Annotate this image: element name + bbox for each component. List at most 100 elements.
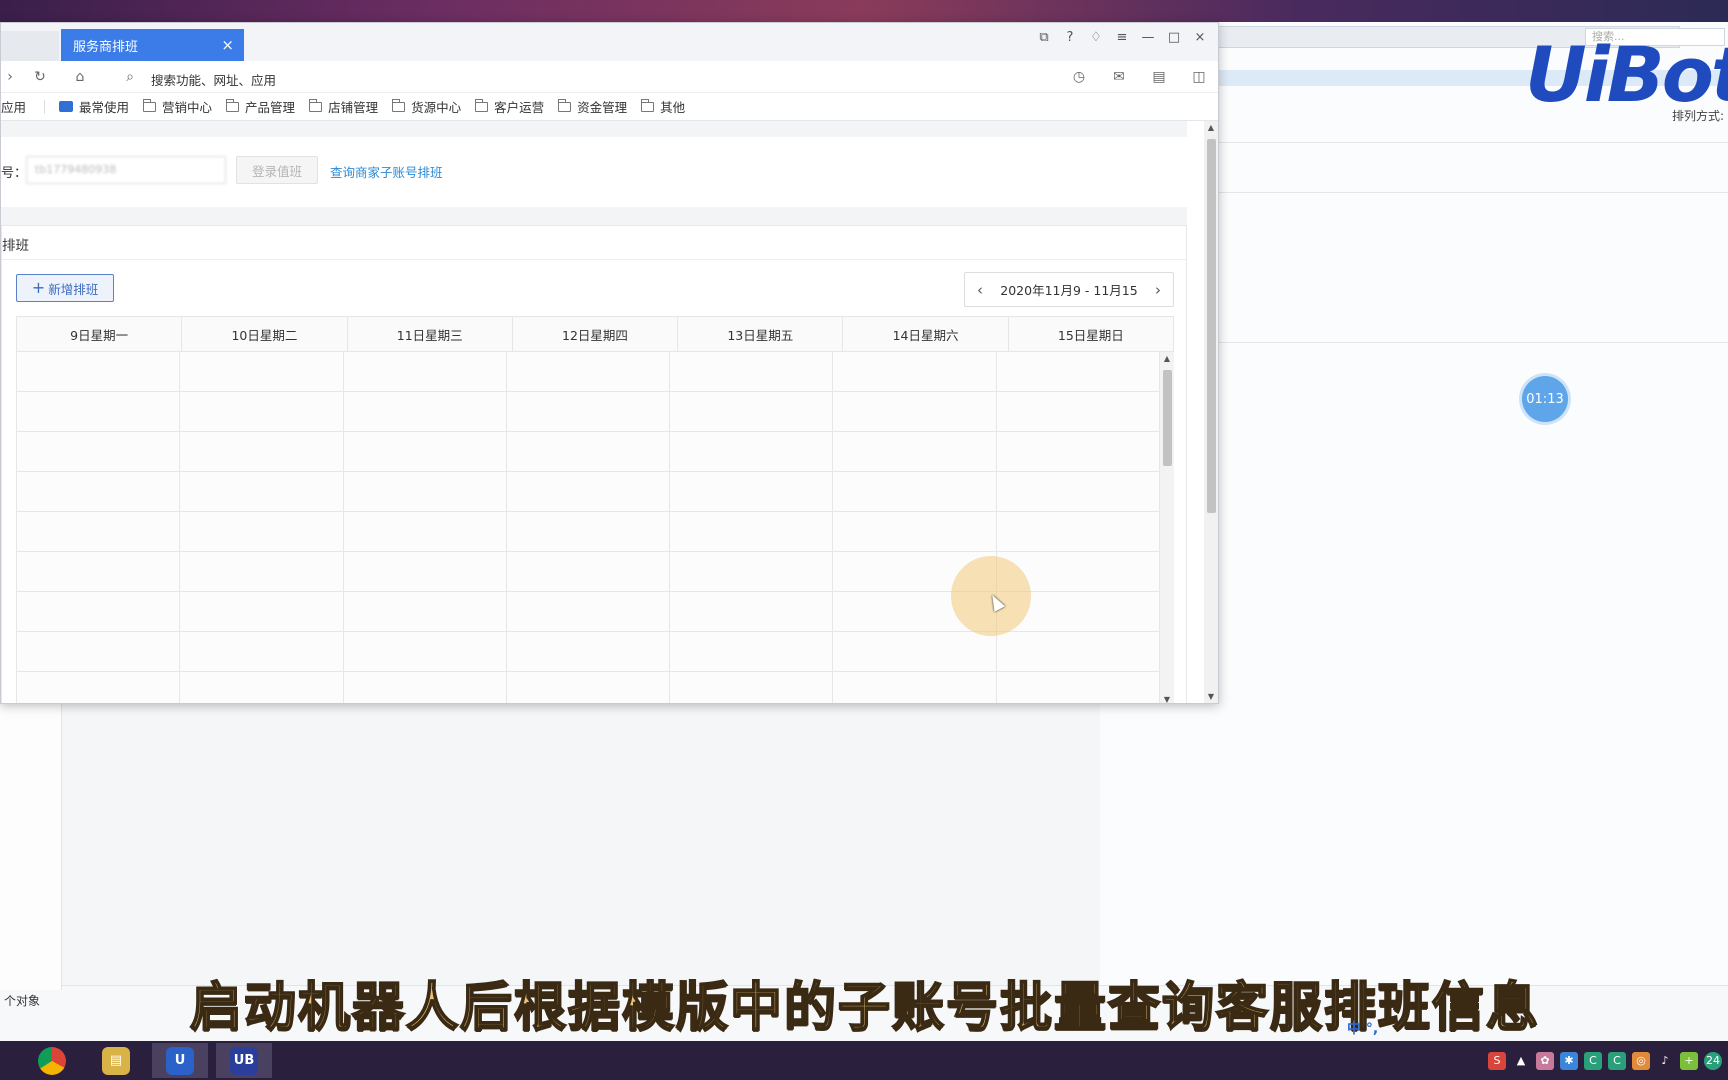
calendar-slot[interactable] [344,632,507,671]
calendar-slot[interactable] [344,392,507,431]
calendar-slot[interactable] [507,632,671,671]
calendar-slot[interactable] [180,512,344,551]
bookmark-folder-products[interactable]: 产品管理 [226,97,295,116]
calendar-slot[interactable] [507,392,671,431]
bag-icon[interactable]: ◫ [1189,67,1209,87]
scrollbar-thumb[interactable] [1163,370,1172,466]
calendar-slot[interactable] [997,632,1160,671]
calendar-slot[interactable] [180,472,344,511]
calendar-slot[interactable] [180,672,344,703]
close-icon[interactable]: × [221,36,234,54]
calendar-slot[interactable] [507,672,671,703]
calendar-slot[interactable] [17,552,181,591]
calendar-slot[interactable] [344,512,507,551]
bookmark-folder-marketing[interactable]: 营销中心 [143,97,212,116]
calendar-slot[interactable] [344,432,507,471]
maximize-button[interactable]: □ [1164,27,1184,47]
calendar-slot[interactable] [344,472,507,511]
login-duty-button[interactable]: 登录值班 [236,156,318,184]
calendar-slot[interactable] [833,632,997,671]
tray-sync-icon[interactable]: C [1584,1051,1602,1070]
scroll-up-icon[interactable]: ▲ [1204,123,1218,132]
clock-icon[interactable]: ◷ [1069,67,1089,87]
calendar-slot[interactable] [507,512,671,551]
calendar-slot[interactable] [997,352,1160,391]
tab-previous[interactable] [1,31,59,61]
calendar-slot[interactable] [17,472,181,511]
skin-icon[interactable]: ♢ [1086,27,1106,47]
calendar-slot[interactable] [180,392,344,431]
scroll-down-icon[interactable]: ▼ [1204,692,1218,701]
calendar-slot[interactable] [833,472,997,511]
calendar-slot[interactable] [507,592,671,631]
calendar-slot[interactable] [670,672,834,703]
calendar-slot[interactable] [180,552,344,591]
taskbar-uibot-worker[interactable]: UB [216,1043,272,1078]
tray-plus-icon[interactable]: + [1680,1051,1698,1070]
taskbar-file-explorer[interactable]: ▤ [88,1043,144,1078]
tray-expand-icon[interactable]: ▲ [1512,1052,1530,1070]
restore-tabs-icon[interactable]: ⧉ [1034,27,1054,47]
bookmark-folder-customer-ops[interactable]: 客户运营 [475,97,544,116]
calendar-slot[interactable] [344,552,507,591]
menu-icon[interactable]: ≡ [1112,27,1132,47]
scrollbar-thumb[interactable] [1207,139,1216,513]
calendar-slot[interactable] [670,512,834,551]
add-schedule-button[interactable]: + 新增排班 [16,274,114,302]
calendar-slot[interactable] [17,392,181,431]
calendar-slot[interactable] [997,392,1160,431]
calendar-slot[interactable] [17,672,181,703]
calendar-slot[interactable] [344,672,507,703]
calendar-slot[interactable] [17,352,181,391]
address-input[interactable]: 搜索功能、网址、应用 [151,70,276,89]
network-icon[interactable]: ◎ [1632,1051,1650,1070]
calendar-slot[interactable] [17,592,181,631]
page-scrollbar[interactable]: ▲ ▼ [1204,121,1218,703]
bookmark-folder-store[interactable]: 店铺管理 [309,97,378,116]
calendar-slot[interactable] [670,472,834,511]
help-icon[interactable]: ? [1060,27,1080,47]
calendar-slot[interactable] [670,592,834,631]
forward-icon[interactable]: › [1,68,19,86]
calendar-slot[interactable] [833,392,997,431]
calendar-slot[interactable] [997,472,1160,511]
calendar-slot[interactable] [17,632,181,671]
calendar-slot[interactable] [670,392,834,431]
scroll-down-icon[interactable]: ▼ [1160,695,1174,703]
calendar-slot[interactable] [670,632,834,671]
calendar-slot[interactable] [180,632,344,671]
chevron-right-icon[interactable]: › [1155,281,1161,299]
tray-app-icon[interactable]: ✿ [1536,1051,1554,1070]
calendar-slot[interactable] [507,472,671,511]
calendar-slot[interactable] [180,432,344,471]
bookmark-folder-other[interactable]: 其他 [641,97,685,116]
calendar-slot[interactable] [670,552,834,591]
home-icon[interactable]: ⌂ [71,68,89,86]
bookmark-apps[interactable]: 应用 [1,97,26,116]
calendar-slot[interactable] [833,512,997,551]
calendar-slot[interactable] [507,352,671,391]
bookmark-folder-finance[interactable]: 资金管理 [558,97,627,116]
query-sub-account-schedule-link[interactable]: 查询商家子账号排班 [330,162,443,181]
calendar-slot[interactable] [670,432,834,471]
reader-icon[interactable]: ▤ [1149,67,1169,87]
calendar-slot[interactable] [833,672,997,703]
bookmark-most-used[interactable]: 最常使用 [59,97,129,116]
mail-icon[interactable]: ✉ [1109,67,1129,87]
calendar-slot[interactable] [833,352,997,391]
tray-sync-icon-2[interactable]: C [1608,1051,1626,1070]
taskbar-chrome[interactable] [24,1043,80,1078]
ime-indicator[interactable]: 中 °, [1347,1018,1378,1038]
calendar-slot[interactable] [670,352,834,391]
calendar-slot[interactable] [507,552,671,591]
taskbar-uibot-creator[interactable]: U [152,1043,208,1078]
refresh-icon[interactable]: ↻ [31,68,49,86]
calendar-slot[interactable] [997,432,1160,471]
calendar-slot[interactable] [997,672,1160,703]
scroll-up-icon[interactable]: ▲ [1160,354,1174,363]
calendar-slot[interactable] [507,432,671,471]
calendar-slot[interactable] [997,512,1160,551]
tab-service-schedule[interactable]: 服务商排班 × [61,29,244,61]
calendar-slot[interactable] [833,432,997,471]
bluetooth-icon[interactable]: ✱ [1560,1051,1578,1070]
